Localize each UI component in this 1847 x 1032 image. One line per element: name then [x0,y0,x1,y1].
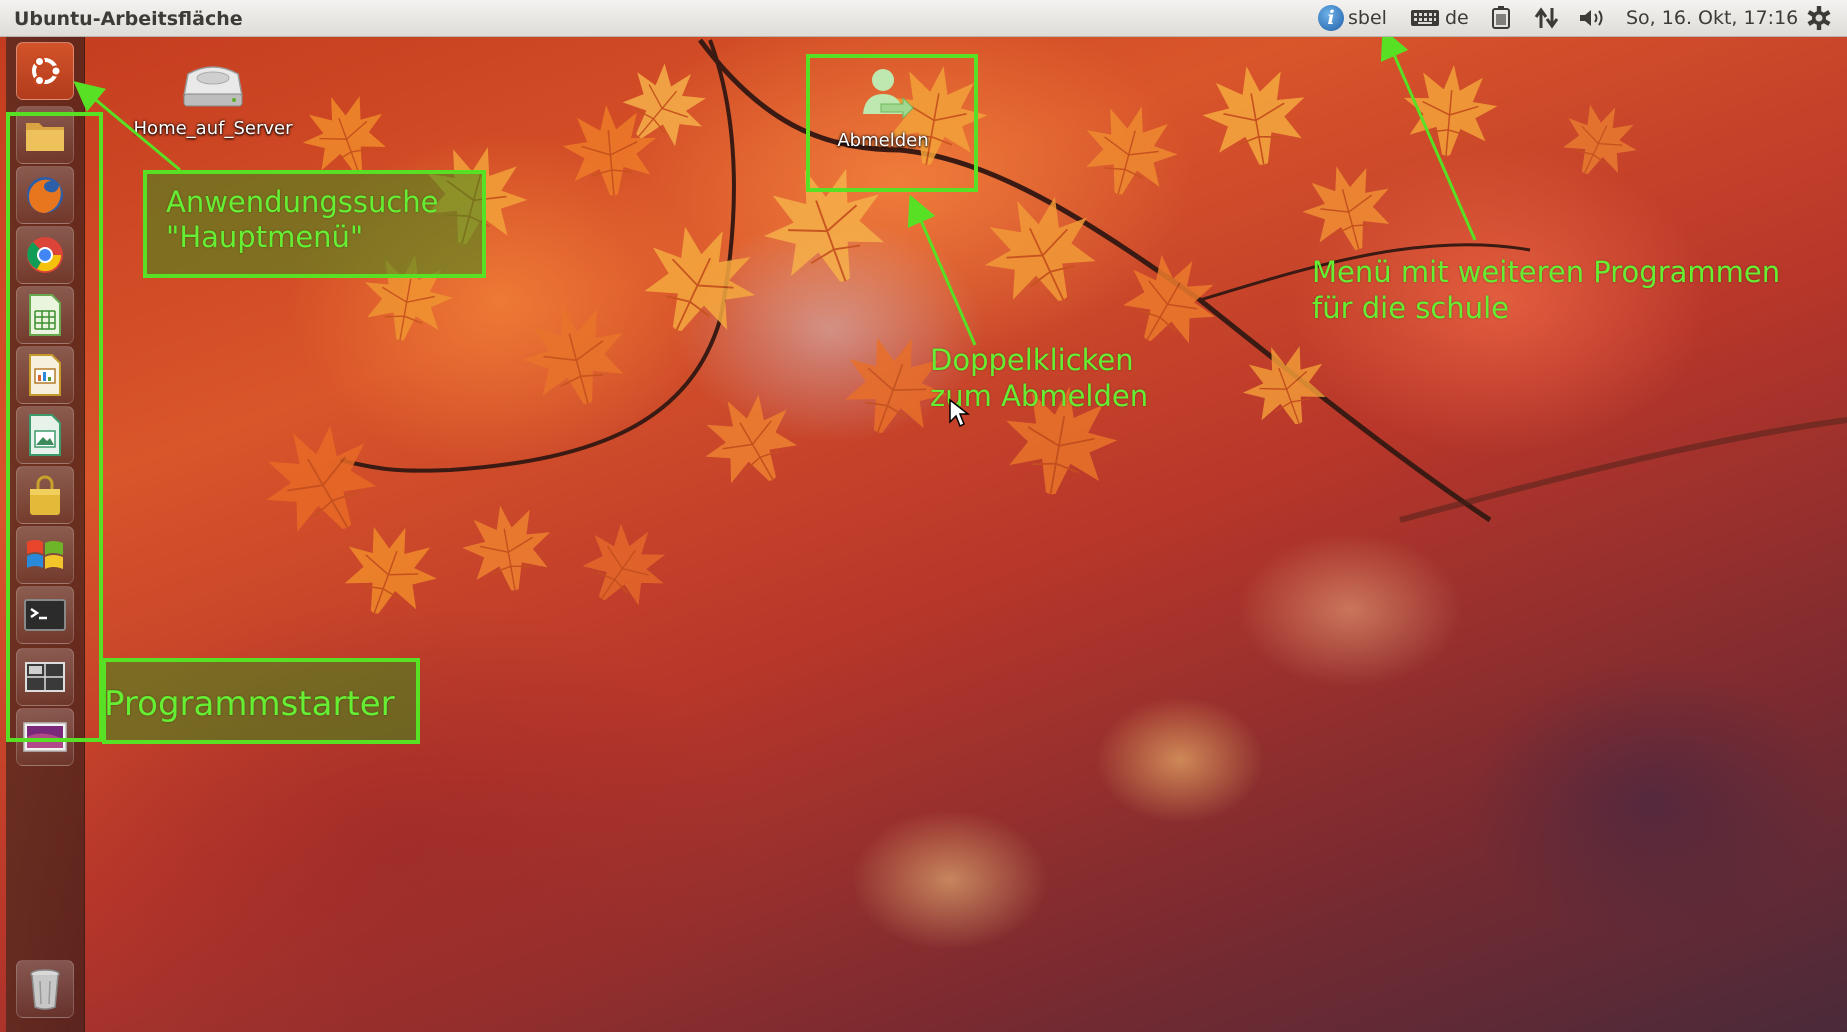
trash-launcher[interactable] [16,960,74,1018]
gear-icon [1807,6,1831,30]
network-indicator[interactable] [1534,5,1560,31]
menu-annotation-line1: Menü mit weiteren Programmen [1312,255,1781,289]
dash-home-button[interactable] [16,42,74,100]
top-panel: Ubuntu-Arbeitsfläche i sbel de So, 16. O… [0,0,1847,37]
battery-icon [1492,6,1510,29]
keyboard-layout-label: de [1445,7,1469,29]
menu-annotation-line2: für die schule [1312,291,1509,325]
logout-annotation-line1: Doppelklicken [930,343,1134,377]
trash-icon [30,969,60,1010]
user-label: sbel [1348,7,1387,29]
clock-indicator[interactable]: So, 16. Okt, 17:16 [1626,5,1798,31]
network-icon [1534,7,1559,29]
home-server-desktop-icon[interactable]: Home_auf_Server [118,58,308,139]
mouse-pointer-icon [949,398,970,428]
app-search-annotation-line1: Anwendungssuche [166,185,439,219]
volume-icon [1580,10,1603,26]
maple-leaf [1191,51,1318,178]
keyboard-indicator[interactable]: de [1410,5,1469,31]
drive-icon [183,66,243,107]
clock-label: So, 16. Okt, 17:16 [1626,7,1799,29]
app-search-annotation-line2: "Hauptmenü" [166,220,364,254]
session-menu[interactable] [1806,5,1832,31]
logout-annotation-box [806,54,978,192]
user-menu[interactable]: i sbel [1318,5,1387,31]
launcher-annotation-label: Programmstarter [104,684,395,724]
home-server-label: Home_auf_Server [133,118,293,139]
maple-leaf [1396,56,1504,164]
info-icon: i [1318,5,1344,31]
ubuntu-logo-icon [32,56,62,86]
volume-indicator[interactable] [1578,5,1608,31]
launcher-annotation-box [6,112,103,742]
window-title: Ubuntu-Arbeitsfläche [14,8,243,30]
battery-indicator[interactable] [1490,5,1512,31]
maple-leaf [452,492,562,602]
keyboard-icon [1411,10,1439,26]
